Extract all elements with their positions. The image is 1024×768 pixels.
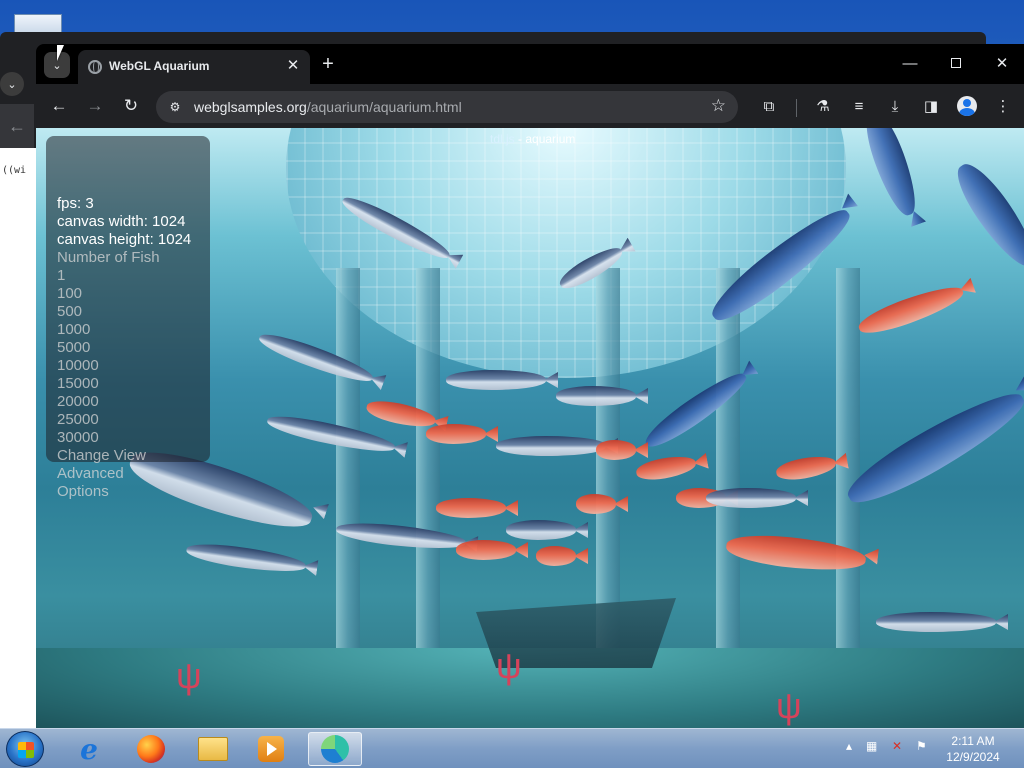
pillar [836,268,860,688]
side-panel-icon[interactable]: ◨ [918,93,944,119]
clock-time: 2:11 AM [951,734,995,748]
fish-option-100[interactable]: 100 [57,285,82,303]
volume-muted-icon[interactable]: ✕ [892,739,902,753]
windows-logo-icon [18,742,34,758]
demo-title: tdl.js - aquarium [490,132,575,146]
fish [426,424,486,444]
fish [556,386,636,406]
coral: ψ [776,685,802,726]
change-view-link[interactable]: Change View [57,447,146,465]
fps-counter: fps: 3 [57,195,94,212]
forward-button[interactable]: → [82,93,108,119]
taskbar: e ▴ ▦ ✕ ⚑ 2:11 AM 12/9/2024 [0,728,1024,768]
fish [506,520,576,540]
chevron-down-icon[interactable]: ⌄ [0,72,24,96]
firefox-icon[interactable] [124,732,178,766]
tab-close-icon[interactable]: ✕ [284,57,302,75]
fish [576,494,616,514]
url-domain: webglsamples.org [194,99,307,115]
pillar [336,268,360,688]
pillar [716,268,740,688]
address-bar[interactable]: ⚙ webglsamples.org/aquarium/aquarium.htm… [156,91,738,123]
extensions-icon[interactable]: ⧉ [756,93,782,119]
fish [947,156,1024,274]
fish [706,488,796,508]
media-player-icon[interactable] [244,732,298,766]
reload-button[interactable]: ↻ [118,93,144,119]
tab-webgl-aquarium[interactable]: WebGL Aquarium ✕ [78,50,310,84]
fish [446,370,546,390]
fish-option-15000[interactable]: 15000 [57,375,99,393]
fish-option-1000[interactable]: 1000 [57,321,90,339]
fish [496,436,606,456]
fish-option-1[interactable]: 1 [57,267,65,285]
back-arrow-icon[interactable]: ← [0,104,34,148]
fish [436,498,506,518]
maximize-button[interactable] [936,48,976,78]
fish-option-25000[interactable]: 25000 [57,411,99,429]
labs-flask-icon[interactable]: ⚗ [810,93,836,119]
code-snippet: ((wi [2,165,27,176]
back-button[interactable]: ← [46,93,72,119]
options-link[interactable]: Options [57,483,109,501]
fish [265,410,397,458]
fish-option-10000[interactable]: 10000 [57,357,99,375]
action-center-flag-icon[interactable]: ⚑ [916,739,927,753]
toolbar-divider [796,99,797,117]
fish [839,380,1024,516]
tdl-link[interactable]: tdl.js [490,132,515,146]
media-queue-icon[interactable]: ≡ [846,93,872,119]
file-explorer-icon[interactable] [186,732,240,766]
aquarium-title: aquarium [525,132,576,146]
menu-kebab-icon[interactable]: ⋮ [990,93,1016,119]
fish [596,440,636,460]
number-of-fish-label: Number of Fish [57,249,160,266]
download-icon[interactable]: ⤓ [882,93,908,119]
fish-option-5000[interactable]: 5000 [57,339,90,357]
minimize-button[interactable]: — [890,48,930,78]
browser-taskbar-icon[interactable] [308,732,362,766]
canvas-width-text: canvas width: 1024 [57,213,186,230]
maximize-icon [951,58,961,68]
globe-icon [88,60,102,74]
glass-dome [286,128,846,378]
start-button[interactable] [6,731,44,767]
network-icon[interactable]: ▦ [866,739,877,753]
system-clock[interactable]: 2:11 AM 12/9/2024 [938,733,1008,765]
pillar [416,268,440,688]
canvas-height-text: canvas height: 1024 [57,231,192,248]
mouse-cursor-icon [57,45,64,61]
fish-option-20000[interactable]: 20000 [57,393,99,411]
aquarium-canvas[interactable]: ψ ψ ψ tdl.js - aquarium fps: 3 canvas wi… [36,128,1024,728]
clock-date: 12/9/2024 [946,750,1000,764]
fish [456,540,516,560]
advanced-link[interactable]: Advanced [57,465,124,483]
profile-avatar-icon[interactable] [954,93,980,119]
coral: ψ [496,645,522,686]
fish [634,452,698,484]
fish [858,128,924,220]
fish [855,279,967,341]
close-window-button[interactable]: ✕ [982,48,1022,78]
browser-toolbar: ← → ↻ ⚙ webglsamples.org/aquarium/aquari… [36,84,1024,128]
url-text[interactable]: webglsamples.org/aquarium/aquarium.html [194,99,462,115]
fish [876,612,996,632]
fish [185,539,307,577]
fish-option-30000[interactable]: 30000 [57,429,99,447]
bookmark-star-icon[interactable]: ☆ [711,96,726,116]
fish-option-500[interactable]: 500 [57,303,82,321]
fish [774,452,838,484]
show-hidden-icons[interactable]: ▴ [846,739,852,753]
internet-explorer-icon[interactable]: e [62,732,116,766]
tab-title: WebGL Aquarium [109,59,210,73]
coral: ψ [176,655,202,696]
fish [536,546,576,566]
url-path: /aquarium/aquarium.html [306,99,462,115]
new-tab-button[interactable]: + [317,53,339,75]
background-page-content: ((wi [0,148,36,760]
title-separator: - [514,132,526,146]
tab-strip: ⌄ WebGL Aquarium ✕ + — ✕ [36,44,1024,84]
site-info-icon[interactable]: ⚙ [166,98,184,116]
browser-window: ⌄ WebGL Aquarium ✕ + — ✕ ← → ↻ ⚙ webglsa… [36,44,1024,728]
